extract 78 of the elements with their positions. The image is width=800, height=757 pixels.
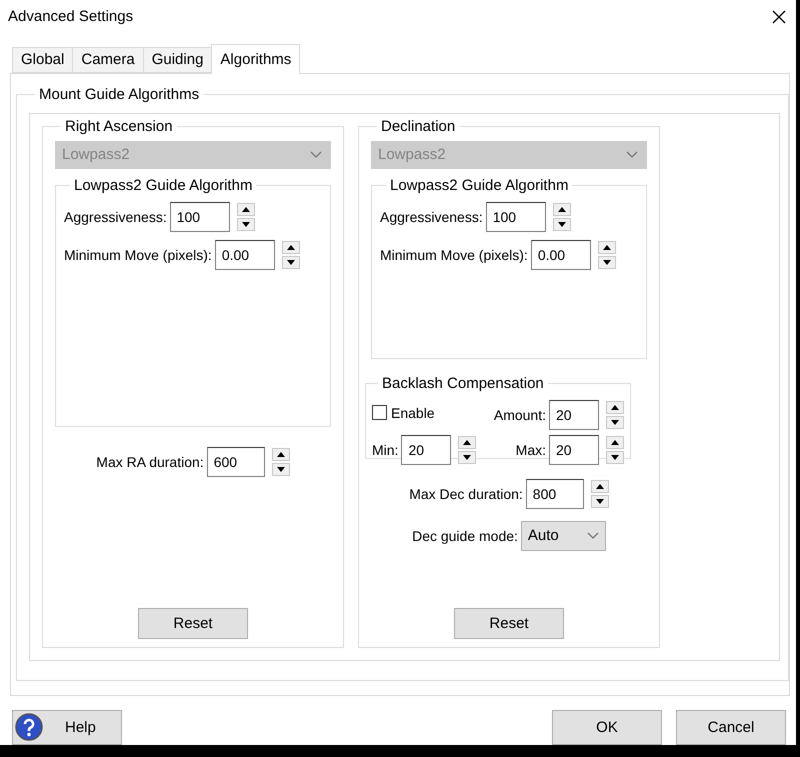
enable-checkbox[interactable]: Enable xyxy=(372,404,435,421)
reset-button[interactable]: Reset xyxy=(454,608,564,639)
field-label: Aggressiveness: xyxy=(380,208,483,225)
spin-down-button[interactable] xyxy=(236,218,255,231)
triangle-down-icon xyxy=(463,454,472,460)
number-field[interactable]: 0.00 xyxy=(530,240,591,270)
triangle-down-icon xyxy=(611,420,619,425)
help-icon xyxy=(15,713,43,742)
triangle-up-icon xyxy=(242,206,250,212)
number-field[interactable]: 100 xyxy=(170,202,230,232)
triangle-up-icon xyxy=(611,404,619,410)
spin-down-button[interactable] xyxy=(272,462,290,476)
chevron-down-icon xyxy=(626,150,638,159)
spin-down-button[interactable] xyxy=(606,416,624,429)
triangle-up-icon xyxy=(558,206,566,212)
reset-button[interactable]: Reset xyxy=(138,608,248,639)
field-label: Amount: xyxy=(494,406,546,423)
triangle-down-icon xyxy=(286,260,295,265)
tab[interactable]: Global xyxy=(12,46,74,73)
spin-up-button[interactable] xyxy=(458,436,476,449)
field-label: Minimum Move (pixels): xyxy=(380,246,528,263)
field-label: Max Dec duration: xyxy=(409,486,523,502)
triangle-up-icon xyxy=(463,440,472,445)
triangle-up-icon xyxy=(276,452,285,457)
field-label: Aggressiveness: xyxy=(64,208,167,225)
close-icon[interactable] xyxy=(772,10,786,24)
spin-down-button[interactable] xyxy=(590,494,609,508)
spin-up-button[interactable] xyxy=(282,240,300,254)
number-field[interactable]: 20 xyxy=(401,434,452,465)
tab[interactable]: Algorithms xyxy=(211,44,300,74)
number-field[interactable]: 20 xyxy=(549,400,599,430)
spin-down-button[interactable] xyxy=(458,450,476,464)
number-field[interactable]: 800 xyxy=(526,478,584,509)
triangle-down-icon xyxy=(611,454,619,460)
triangle-up-icon xyxy=(286,244,295,250)
help-button[interactable]: Help xyxy=(12,710,122,745)
chevron-down-icon xyxy=(310,150,322,159)
window-title: Advanced Settings xyxy=(8,8,134,26)
group-title: Lowpass2 Guide Algorithm xyxy=(73,176,254,194)
field-label: Max RA duration: xyxy=(96,454,204,470)
triangle-down-icon xyxy=(276,466,285,472)
triangle-down-icon xyxy=(558,222,566,227)
spin-up-button[interactable] xyxy=(236,202,255,216)
number-field[interactable]: 20 xyxy=(549,434,599,465)
triangle-up-icon xyxy=(602,244,611,250)
triangle-down-icon xyxy=(242,222,250,227)
spin-up-button[interactable] xyxy=(590,480,609,493)
number-field[interactable]: 600 xyxy=(206,446,265,477)
group-title: Lowpass2 Guide Algorithm xyxy=(389,176,570,194)
triangle-down-icon xyxy=(596,498,604,504)
tab[interactable]: Camera xyxy=(72,46,144,73)
spin-up-button[interactable] xyxy=(598,240,616,254)
spin-down-button[interactable] xyxy=(282,256,300,269)
ok-button[interactable]: OK xyxy=(552,710,662,745)
group-title: Mount Guide Algorithms xyxy=(38,86,200,103)
field-label: Dec guide mode: xyxy=(412,528,518,544)
triangle-up-icon xyxy=(596,484,604,489)
spin-up-button[interactable] xyxy=(606,436,624,449)
tab[interactable]: Guiding xyxy=(142,46,212,73)
spin-down-button[interactable] xyxy=(552,218,571,231)
triangle-up-icon xyxy=(611,440,619,445)
field-label: Min: xyxy=(372,442,398,458)
mode-dropdown[interactable]: Auto xyxy=(520,520,606,551)
spin-down-button[interactable] xyxy=(598,256,616,269)
cancel-button[interactable]: Cancel xyxy=(676,710,786,745)
triangle-down-icon xyxy=(602,260,611,265)
chevron-down-icon xyxy=(586,532,599,540)
spin-up-button[interactable] xyxy=(552,202,571,216)
number-field[interactable]: 0.00 xyxy=(214,240,275,270)
field-label: Minimum Move (pixels): xyxy=(64,246,212,263)
spin-up-button[interactable] xyxy=(606,400,624,414)
spin-up-button[interactable] xyxy=(272,448,290,461)
group-title: Right Ascension xyxy=(64,118,174,135)
field-label: Max: xyxy=(516,442,546,458)
group-title: Declination xyxy=(380,118,456,135)
number-field[interactable]: 100 xyxy=(486,202,546,232)
spin-down-button[interactable] xyxy=(606,450,624,464)
group-title: Backlash Compensation xyxy=(381,374,545,392)
